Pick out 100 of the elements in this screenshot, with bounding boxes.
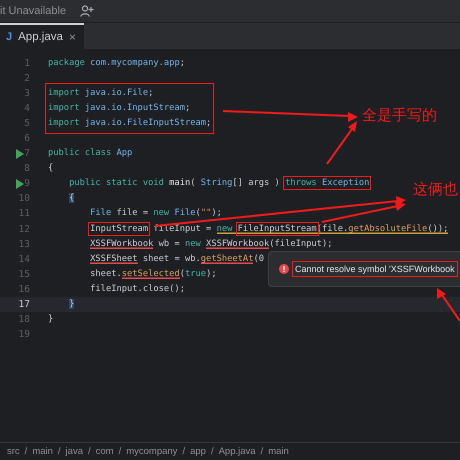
branch-status: it Unavailable <box>0 5 66 17</box>
line-number: 7 <box>24 147 30 162</box>
line-number: 17 <box>18 298 30 312</box>
breadcrumb-item[interactable]: main <box>268 446 289 457</box>
code-token: java.io.File <box>84 88 148 98</box>
breadcrumb-item[interactable]: main <box>32 446 53 457</box>
code-token: (file. <box>316 224 348 234</box>
code-token: new <box>153 208 170 218</box>
code-token: sheet = wb. <box>142 254 201 264</box>
breadcrumb-item[interactable]: com <box>96 446 114 457</box>
breadcrumb-item[interactable]: src <box>7 446 20 457</box>
error-icon <box>279 264 289 274</box>
code-token: Exception <box>320 178 370 188</box>
code-token: true <box>184 268 206 279</box>
run-icon[interactable] <box>16 179 24 190</box>
breadcrumb-separator: / <box>260 446 264 457</box>
code-token: setSelected <box>122 268 180 279</box>
code-token: "" <box>200 208 212 218</box>
breadcrumb-separator: / <box>210 446 214 457</box>
code-token: ()); <box>427 224 448 234</box>
code-token: new <box>184 238 202 249</box>
line-number: 19 <box>18 328 30 342</box>
code-token: XSSFWorkbook <box>90 238 154 249</box>
code-token: { <box>48 163 54 174</box>
line-number: 6 <box>24 132 30 146</box>
line-number: 2 <box>24 72 30 86</box>
code-token: fileInput = <box>152 224 212 234</box>
code-token: ; <box>206 118 212 128</box>
line-number: 10 <box>18 192 30 206</box>
breadcrumb-item[interactable]: mycompany <box>126 446 178 457</box>
line-number: 12 <box>18 222 30 237</box>
code-token: File <box>173 208 196 218</box>
code-token: sheet. <box>90 268 122 279</box>
code-token: fileInput.close(); <box>90 284 185 294</box>
code-token: ); <box>211 208 222 218</box>
code-token: InputStream <box>90 224 148 234</box>
breadcrumb-separator: / <box>118 446 122 457</box>
line-number: 16 <box>18 282 30 297</box>
breadcrumb-separator: / <box>88 446 91 457</box>
file-tab[interactable]: J App.java × <box>0 23 84 49</box>
run-icon[interactable] <box>16 149 24 160</box>
annotation-text: 全是手写的 <box>362 106 437 125</box>
code-token: package <box>48 58 85 68</box>
line-number: 13 <box>18 238 30 252</box>
code-token: getSheetAt <box>200 254 254 264</box>
code-token: import <box>48 88 80 98</box>
code-token: file = <box>115 208 150 218</box>
tab-label: App.java <box>18 31 63 43</box>
breadcrumb-item[interactable]: App.java <box>218 446 256 457</box>
code-token: import <box>48 103 80 114</box>
code-token: public static void <box>69 178 164 188</box>
code-token: java.io.InputStream <box>84 103 185 114</box>
code-token: [] args ) <box>232 178 281 188</box>
breadcrumb-separator: / <box>24 446 28 457</box>
code-token: File <box>90 208 112 218</box>
breadcrumb-item[interactable]: app <box>190 446 206 457</box>
code-token: ; <box>184 103 190 114</box>
line-number: 14 <box>18 252 30 267</box>
code-token: getAbsoluteFile <box>348 224 428 234</box>
code-token: public class <box>48 148 112 158</box>
code-token: throws <box>285 178 317 188</box>
code-token: import <box>48 118 80 128</box>
breadcrumb-item[interactable]: java <box>66 446 83 457</box>
code-token: ); <box>206 268 217 279</box>
breadcrumb-separator: / <box>58 446 61 457</box>
line-number: 15 <box>18 268 30 282</box>
error-message: Cannot resolve symbol 'XSSFWorkbook <box>293 262 457 276</box>
code-token: (0 <box>253 254 264 264</box>
code-token: wb = <box>158 238 181 249</box>
add-person-icon[interactable] <box>80 5 94 17</box>
code-token: ( <box>196 208 201 218</box>
annotation-arrow <box>437 288 460 322</box>
code-token: java.io.FileInputStream <box>84 118 206 128</box>
code-token: com.mycompany.app <box>89 58 180 68</box>
line-number: 18 <box>18 312 30 327</box>
code-token: App <box>115 148 132 158</box>
java-file-icon: J <box>6 31 12 43</box>
line-number: 3 <box>24 87 30 102</box>
code-token: } <box>48 314 54 324</box>
annotation-text: 这俩也 <box>413 180 458 199</box>
breadcrumb-separator: / <box>182 446 186 457</box>
code-token: ; <box>180 58 185 68</box>
code-token: new <box>216 224 238 234</box>
code-token: XSSFWorkbook <box>206 238 270 249</box>
code-token: (fileInput); <box>269 238 332 249</box>
code-token: main <box>168 178 190 188</box>
code-token: { <box>69 193 74 204</box>
code-token: String <box>200 178 232 188</box>
line-number: 8 <box>24 162 30 176</box>
code-token: ; <box>148 88 154 98</box>
line-number: 9 <box>24 177 30 192</box>
line-number: 11 <box>18 207 30 222</box>
code-token: ( <box>190 178 196 188</box>
code-token: XSSFSheet <box>90 254 138 264</box>
line-number: 1 <box>24 57 30 71</box>
close-icon[interactable]: × <box>68 30 76 44</box>
line-number: 5 <box>24 117 30 132</box>
code-token: } <box>69 298 74 309</box>
code-token: FileInputStream <box>238 224 317 234</box>
code-token: ( <box>180 268 185 279</box>
